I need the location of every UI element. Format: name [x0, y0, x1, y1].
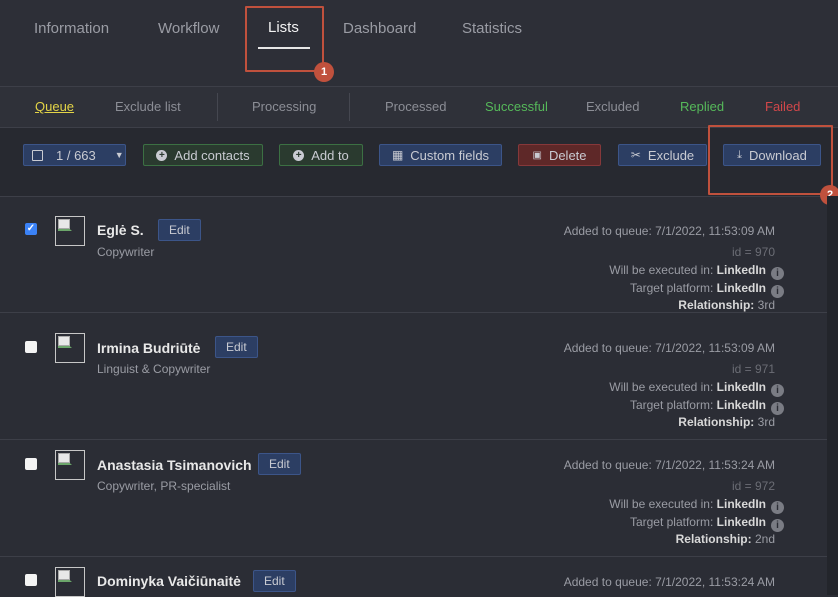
custom-fields-button[interactable]: ▦ Custom fields	[379, 144, 502, 166]
contact-id: id = 970	[731, 245, 775, 259]
relationship: Relationship: 3rd	[678, 298, 775, 312]
edit-button[interactable]: Edit	[215, 336, 258, 358]
contact-name: Dominyka Vaičiūnaitė	[97, 573, 241, 589]
row-checkbox-checked[interactable]: ✓	[25, 223, 37, 235]
trash-icon: ▣	[532, 149, 542, 161]
filter-queue[interactable]: Queue	[35, 99, 74, 114]
actions-toolbar: 1 / 663 ▼ + Add contacts + Add to ▦ Cust…	[0, 125, 838, 205]
edit-button[interactable]: Edit	[253, 570, 296, 592]
tab-information[interactable]: Information	[34, 20, 109, 37]
add-to-button[interactable]: + Add to	[279, 144, 363, 166]
added-to-queue: Added to queue: 7/1/2022, 11:53:09 AM	[563, 341, 775, 355]
filter-processing[interactable]: Processing	[252, 99, 316, 114]
add-contacts-label: Add contacts	[174, 147, 250, 163]
plus-circle-icon: +	[156, 149, 168, 161]
custom-fields-label: Custom fields	[410, 147, 490, 163]
select-count-dropdown[interactable]: 1 / 663 ▼	[23, 144, 126, 166]
filter-exclude-list[interactable]: Exclude list	[115, 99, 181, 114]
add-contacts-button[interactable]: + Add contacts	[143, 144, 263, 166]
avatar	[55, 333, 85, 363]
exclude-label: Exclude	[647, 147, 695, 163]
grid-icon: ▦	[391, 148, 404, 162]
contact-title: Copywriter, PR-specialist	[97, 479, 231, 493]
executed-in: Will be executed in: LinkedIn i	[609, 497, 784, 514]
filter-processed[interactable]: Processed	[385, 99, 446, 114]
target-platform: Target platform: LinkedIn i	[630, 398, 784, 415]
contact-name: Anastasia Tsimanovich	[97, 457, 252, 473]
avatar	[55, 567, 85, 597]
contact-row: ✓ Eglė S. Edit Copywriter Added to queue…	[0, 196, 827, 313]
row-checkbox[interactable]	[25, 574, 37, 586]
scissors-icon: ✂	[630, 148, 641, 162]
contact-name: Eglė S.	[97, 222, 144, 238]
top-navigation: Information Workflow Lists Dashboard Sta…	[0, 0, 838, 87]
info-icon: i	[771, 519, 784, 532]
target-platform: Target platform: LinkedIn i	[630, 281, 784, 298]
row-checkbox[interactable]	[25, 458, 37, 470]
callout-box-download	[708, 125, 833, 195]
edit-button[interactable]: Edit	[158, 219, 201, 241]
contact-row: Dominyka Vaičiūnaitė Edit Added to queue…	[0, 557, 827, 597]
delete-label: Delete	[548, 147, 587, 163]
tab-statistics[interactable]: Statistics	[462, 20, 522, 37]
callout-number-1: 1	[314, 62, 334, 82]
edit-button[interactable]: Edit	[258, 453, 301, 475]
checkbox-icon	[32, 149, 43, 161]
filter-successful[interactable]: Successful	[485, 99, 548, 114]
contact-row: Irmina Budriūtė Edit Linguist & Copywrit…	[0, 323, 827, 440]
contact-row: Anastasia Tsimanovich Edit Copywriter, P…	[0, 440, 827, 557]
contact-title: Copywriter	[97, 245, 155, 259]
contact-title: Linguist & Copywriter	[97, 362, 211, 376]
info-icon: i	[771, 285, 784, 298]
avatar	[55, 450, 85, 480]
executed-in: Will be executed in: LinkedIn i	[609, 263, 784, 280]
target-platform: Target platform: LinkedIn i	[630, 515, 784, 532]
plus-circle-icon: +	[293, 149, 305, 161]
added-to-queue: Added to queue: 7/1/2022, 11:53:24 AM	[563, 458, 775, 472]
filter-excluded[interactable]: Excluded	[586, 99, 639, 114]
row-checkbox[interactable]	[25, 341, 37, 353]
chevron-down-icon: ▼	[114, 150, 124, 160]
contact-name: Irmina Budriūtė	[97, 340, 201, 356]
callout-box-lists	[245, 6, 324, 72]
filter-failed[interactable]: Failed	[765, 99, 800, 114]
info-icon: i	[771, 384, 784, 397]
avatar	[55, 216, 85, 246]
filter-replied[interactable]: Replied	[680, 99, 724, 114]
info-icon: i	[771, 402, 784, 415]
list-filter-bar: Queue Exclude list Processing Processed …	[0, 87, 838, 128]
selection-count: 1 / 663	[56, 147, 96, 163]
add-to-label: Add to	[311, 147, 349, 163]
contact-id: id = 972	[731, 479, 775, 493]
added-to-queue: Added to queue: 7/1/2022, 11:53:09 AM	[563, 224, 775, 238]
relationship: Relationship: 2nd	[675, 532, 775, 546]
info-icon: i	[771, 501, 784, 514]
executed-in: Will be executed in: LinkedIn i	[609, 380, 784, 397]
exclude-button[interactable]: ✂ Exclude	[618, 144, 707, 166]
contact-id: id = 971	[731, 362, 775, 376]
relationship: Relationship: 3rd	[678, 415, 775, 429]
delete-button[interactable]: ▣ Delete	[518, 144, 601, 166]
info-icon: i	[771, 267, 784, 280]
scrollbar[interactable]	[827, 196, 838, 595]
tab-workflow[interactable]: Workflow	[158, 20, 219, 37]
added-to-queue: Added to queue: 7/1/2022, 11:53:24 AM	[563, 575, 775, 589]
divider	[217, 93, 218, 121]
divider	[349, 93, 350, 121]
tab-dashboard[interactable]: Dashboard	[343, 20, 416, 37]
